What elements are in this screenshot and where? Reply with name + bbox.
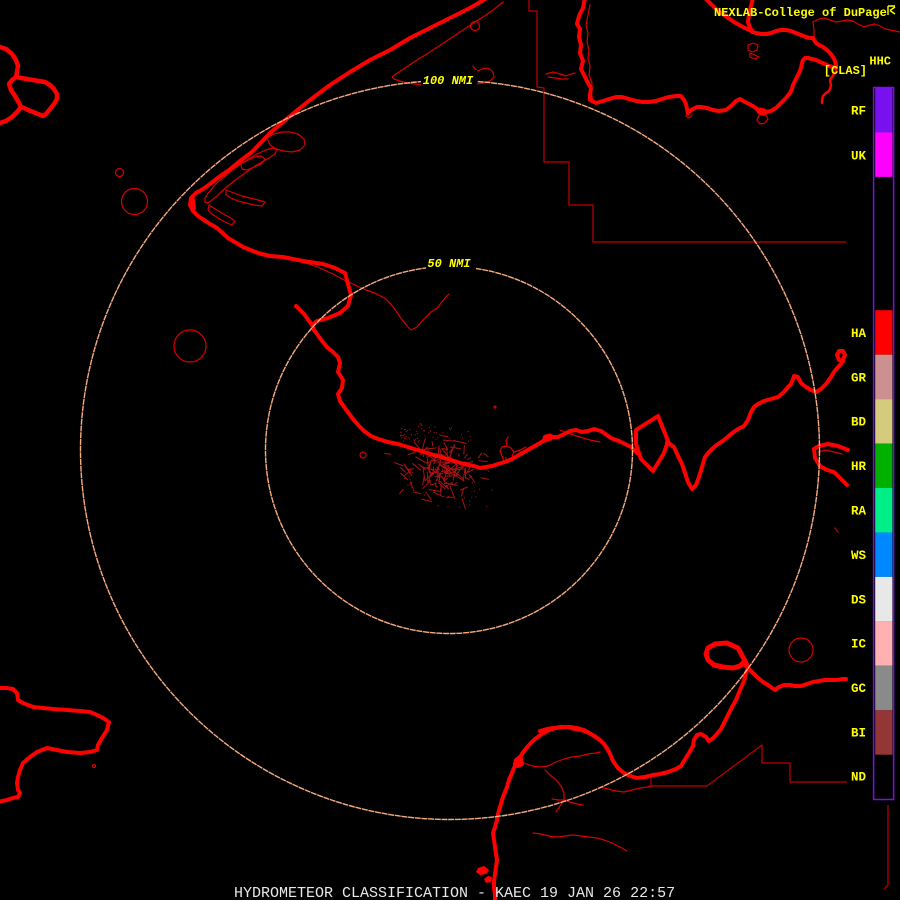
svg-text:HR: HR bbox=[851, 460, 867, 474]
svg-text:GR: GR bbox=[851, 372, 867, 386]
svg-text:50 NMI: 50 NMI bbox=[427, 257, 471, 271]
svg-text:100 NMI: 100 NMI bbox=[423, 74, 474, 88]
svg-text:RF: RF bbox=[851, 105, 866, 119]
svg-text:ND: ND bbox=[851, 771, 867, 785]
svg-text:HA: HA bbox=[851, 327, 867, 341]
svg-text:HHC: HHC bbox=[869, 55, 891, 69]
svg-text:NEXLAB-College of DuPage: NEXLAB-College of DuPage bbox=[714, 6, 887, 20]
svg-text:BD: BD bbox=[851, 416, 867, 430]
svg-text:RA: RA bbox=[851, 505, 867, 519]
svg-text:WS: WS bbox=[851, 549, 867, 563]
svg-text:UK: UK bbox=[851, 150, 867, 164]
svg-text:GC: GC bbox=[851, 682, 867, 696]
svg-text:[CLAS]: [CLAS] bbox=[824, 64, 867, 78]
svg-text:HYDROMETEOR CLASSIFICATION - K: HYDROMETEOR CLASSIFICATION - KAEC 19 JAN… bbox=[234, 885, 675, 900]
svg-text:BI: BI bbox=[851, 727, 866, 741]
svg-text:IC: IC bbox=[851, 638, 867, 652]
svg-text:DS: DS bbox=[851, 594, 867, 608]
